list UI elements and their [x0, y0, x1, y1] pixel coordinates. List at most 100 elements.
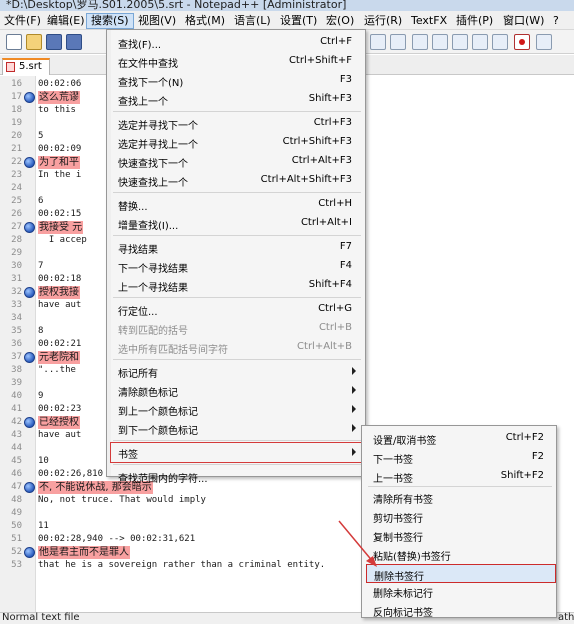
find-in-files-icon[interactable] [390, 34, 406, 50]
line-text: No, not truce. That would imply [38, 495, 206, 505]
line-text: 00:02:15 [38, 209, 82, 219]
bookmark-menu-item[interactable]: 下一书签 F2 [366, 448, 556, 467]
search-menu-item[interactable]: 下一个寻找结果 F4 [111, 257, 364, 276]
line-text: 为了和平 [38, 156, 80, 169]
bookmark-menu-item[interactable]: 复制书签行 [366, 526, 556, 545]
menu-item-label: 清除所有书签 [373, 495, 433, 507]
line-number: 21 [11, 144, 22, 154]
menu-bar: 文件(F) 编辑(E) 搜索(S) 视图(V) 格式(M) 语言(L) 设置(T… [0, 11, 574, 30]
menu-item-shortcut: Ctrl+F3 [313, 117, 352, 128]
menu-view[interactable]: 视图(V) [134, 13, 180, 29]
search-menu-item[interactable]: 查找下一个(N) F3 [111, 71, 364, 90]
function-list-icon[interactable] [472, 34, 488, 50]
bookmark-menu-item[interactable]: 设置/取消书签 Ctrl+F2 [366, 429, 556, 448]
search-menu-item: 选中所有匹配括号间字符 Ctrl+Alt+B [111, 338, 364, 357]
menu-item-label: 标记所有 [118, 369, 158, 380]
window-title: *D:\Desktop\罗马.S01.2005\5.srt - Notepad+… [6, 0, 347, 11]
bookmark-icon[interactable] [24, 92, 35, 103]
open-folder-icon[interactable] [26, 34, 42, 50]
bookmark-icon[interactable] [24, 482, 35, 493]
folder-workspace-icon[interactable] [492, 34, 508, 50]
search-menu-item[interactable]: 清除颜色标记 [111, 381, 364, 400]
menu-item-label: 替换... [118, 202, 148, 213]
bookmark-menu-item[interactable]: 粘贴(替换)书签行 [366, 545, 556, 564]
search-menu-item[interactable]: 增量查找(I)... Ctrl+Alt+I [111, 214, 364, 233]
bookmark-icon[interactable] [24, 547, 35, 558]
menu-help[interactable]: ? [549, 13, 563, 29]
title-bar: *D:\Desktop\罗马.S01.2005\5.srt - Notepad+… [0, 0, 574, 11]
bookmark-menu-item[interactable]: 删除书签行 [366, 563, 556, 583]
search-menu-item[interactable]: 书签 [110, 442, 365, 463]
menu-format[interactable]: 格式(M) [181, 13, 229, 29]
search-menu-item[interactable]: 查找上一个 Shift+F3 [111, 90, 364, 109]
save-all-icon[interactable] [66, 34, 82, 50]
menu-item-label: 行定位... [118, 307, 158, 318]
save-icon[interactable] [46, 34, 62, 50]
bookmark-icon[interactable] [24, 417, 35, 428]
stop-record-icon[interactable] [536, 34, 552, 50]
search-menu-item[interactable]: 选定并寻找下一个 Ctrl+F3 [111, 114, 364, 133]
bookmark-menu-item[interactable]: 反向标记书签 [366, 601, 556, 620]
menu-textfx[interactable]: TextFX [407, 13, 451, 29]
line-text: 10 [38, 456, 49, 466]
menu-search[interactable]: 搜索(S) [86, 13, 134, 29]
word-wrap-icon[interactable] [412, 34, 428, 50]
search-menu-item[interactable]: 到下一个颜色标记 [111, 419, 364, 438]
bookmark-icon[interactable] [24, 222, 35, 233]
line-text: 他是君主而不是罪人 [38, 546, 130, 559]
search-menu-item[interactable]: 寻找结果 F7 [111, 238, 364, 257]
menu-item-label: 查找范围内的字符... [118, 474, 208, 485]
menu-file[interactable]: 文件(F) [0, 13, 45, 29]
line-number: 29 [11, 248, 22, 258]
line-number: 19 [11, 118, 22, 128]
search-menu-item: 转到匹配的括号 Ctrl+B [111, 319, 364, 338]
doc-map-icon[interactable] [452, 34, 468, 50]
menu-item-shortcut: Ctrl+Alt+Shift+F3 [260, 174, 352, 185]
search-menu-item[interactable]: 标记所有 [111, 362, 364, 381]
search-menu-item[interactable]: 查找范围内的字符... [111, 467, 364, 486]
search-menu-item[interactable]: 快速查找下一个 Ctrl+Alt+F3 [111, 152, 364, 171]
menu-language[interactable]: 语言(L) [230, 13, 275, 29]
search-menu-item[interactable]: 上一个寻找结果 Shift+F4 [111, 276, 364, 295]
search-menu-item[interactable]: 替换... Ctrl+H [111, 195, 364, 214]
search-menu-item[interactable]: 在文件中查找 Ctrl+Shift+F [111, 52, 364, 71]
menu-settings[interactable]: 设置(T) [276, 13, 321, 29]
indent-guide-icon[interactable] [432, 34, 448, 50]
line-number: 40 [11, 391, 22, 401]
bookmark-menu-item[interactable]: 上一书签 Shift+F2 [366, 467, 556, 486]
replace-icon[interactable] [370, 34, 386, 50]
search-menu-item[interactable]: 查找(F)... Ctrl+F [111, 33, 364, 52]
line-number: 48 [11, 495, 22, 505]
line-number: 18 [11, 105, 22, 115]
menu-item-label: 选中所有匹配括号间字符 [118, 345, 228, 356]
line-text: 授权我接 [38, 286, 80, 299]
search-menu-item[interactable]: 选定并寻找上一个 Ctrl+Shift+F3 [111, 133, 364, 152]
menu-item-shortcut: Ctrl+G [318, 303, 352, 314]
new-file-icon[interactable] [6, 34, 22, 50]
bookmark-icon[interactable] [24, 352, 35, 363]
line-text: have aut [38, 300, 82, 310]
line-number: 50 [11, 521, 22, 531]
bookmark-menu-item[interactable]: 清除所有书签 [366, 488, 556, 507]
menu-edit[interactable]: 编辑(E) [43, 13, 89, 29]
menu-separator [113, 440, 361, 441]
menu-item-label: 反向标记书签 [373, 608, 433, 620]
line-number: 37 [11, 352, 22, 362]
menu-macro[interactable]: 宏(O) [322, 13, 358, 29]
line-text: to this [38, 105, 76, 115]
menu-separator [368, 486, 552, 488]
search-menu-item[interactable]: 快速查找上一个 Ctrl+Alt+Shift+F3 [111, 171, 364, 190]
search-menu-item[interactable]: 到上一个颜色标记 [111, 400, 364, 419]
menu-plugins[interactable]: 插件(P) [452, 13, 497, 29]
line-number: 51 [11, 534, 22, 544]
bookmark-icon[interactable] [24, 287, 35, 298]
bookmark-menu-item[interactable]: 删除未标记行 [366, 582, 556, 601]
bookmark-menu-item[interactable]: 剪切书签行 [366, 507, 556, 526]
tab-5-srt[interactable]: 5.srt [2, 58, 50, 75]
search-menu-item[interactable]: 行定位... Ctrl+G [111, 300, 364, 319]
menu-window[interactable]: 窗口(W) [499, 13, 548, 29]
menu-item-shortcut: F3 [339, 74, 352, 85]
menu-run[interactable]: 运行(R) [360, 13, 406, 29]
record-macro-icon[interactable] [514, 34, 530, 50]
bookmark-icon[interactable] [24, 157, 35, 168]
